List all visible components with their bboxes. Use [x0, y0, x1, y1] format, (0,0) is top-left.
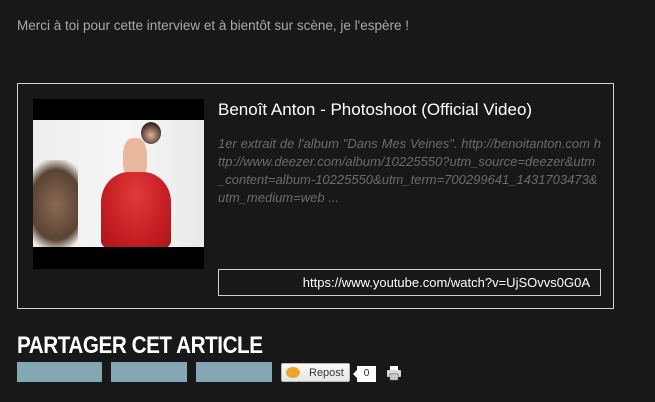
- repost-label: Repost: [309, 367, 344, 379]
- video-title[interactable]: Benoît Anton - Photoshoot (Official Vide…: [218, 100, 532, 120]
- print-icon[interactable]: [386, 365, 402, 381]
- red-dress: [101, 172, 171, 247]
- model-head: [141, 122, 161, 144]
- share-heading: PARTAGER CET ARTICLE: [17, 332, 263, 359]
- video-embed-card[interactable]: Benoît Anton - Photoshoot (Official Vide…: [17, 83, 614, 309]
- photographer-silhouette: [33, 160, 78, 247]
- repost-button[interactable]: Repost: [281, 363, 350, 382]
- share-button-3[interactable]: [196, 362, 272, 382]
- video-url-link[interactable]: https://www.youtube.com/watch?v=UjSOvvs0…: [218, 269, 601, 296]
- video-thumbnail[interactable]: [33, 99, 204, 269]
- share-button-2[interactable]: [111, 362, 187, 382]
- repost-icon: [286, 367, 300, 378]
- share-button-1[interactable]: [17, 362, 102, 382]
- closing-remark: Merci à toi pour cette interview et à bi…: [17, 18, 410, 33]
- thumbnail-image: [33, 120, 204, 247]
- video-description: 1er extrait de l'album "Dans Mes Veines"…: [218, 136, 601, 205]
- repost-count: 0: [353, 366, 376, 382]
